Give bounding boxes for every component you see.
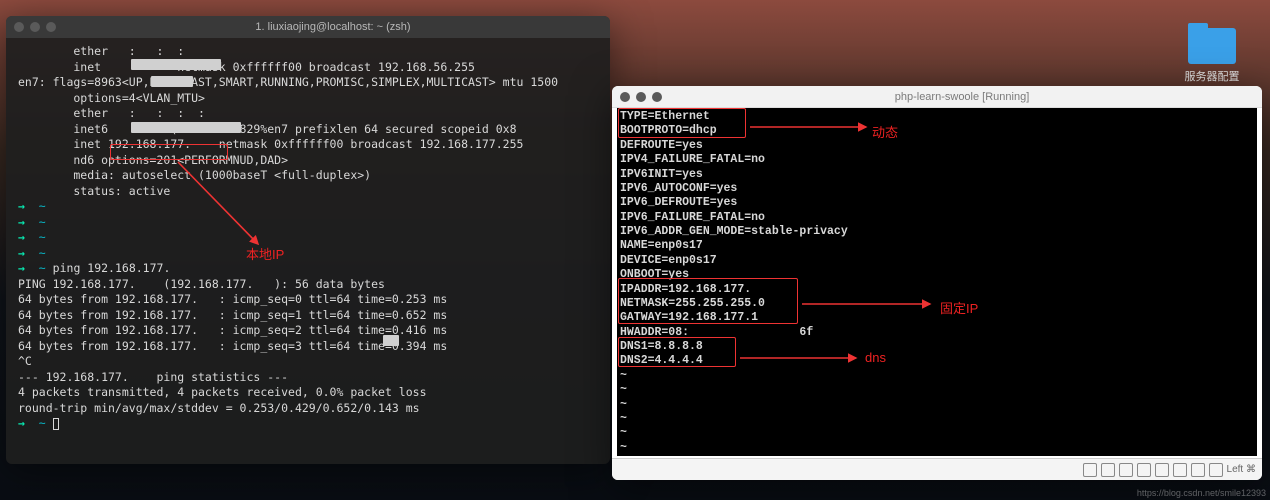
terminal-body[interactable]: ether : : : inet netmask 0xffffff00 broa… xyxy=(6,38,610,438)
traffic-lights[interactable] xyxy=(620,92,662,102)
vm-toolbar[interactable]: Left ⌘ xyxy=(612,458,1262,480)
zoom-icon[interactable] xyxy=(652,92,662,102)
annotation-label-dynamic: 动态 xyxy=(872,122,898,141)
vm-window-right[interactable]: php-learn-swoole [Running] TYPE=Ethernet… xyxy=(612,86,1262,480)
watermark: https://blog.csdn.net/smile12393 xyxy=(1137,488,1266,498)
minimize-icon[interactable] xyxy=(30,22,40,32)
vm-title-text: php-learn-swoole [Running] xyxy=(670,91,1254,103)
titlebar[interactable]: 1. liuxiaojing@localhost: ~ (zsh) xyxy=(6,16,610,38)
close-icon[interactable] xyxy=(14,22,24,32)
desktop-folder[interactable]: 服务器配置 xyxy=(1184,28,1240,84)
annotation-label-fixed-ip: 固定IP xyxy=(940,298,978,317)
window-title: 1. liuxiaojing@localhost: ~ (zsh) xyxy=(64,21,602,33)
minimize-icon[interactable] xyxy=(636,92,646,102)
close-icon[interactable] xyxy=(620,92,630,102)
redaction xyxy=(131,122,241,133)
cursor-icon xyxy=(53,418,59,430)
folder-icon xyxy=(1188,28,1236,64)
redaction xyxy=(383,335,399,346)
annotation-label-dns: dns xyxy=(865,350,886,365)
vm-editor[interactable]: TYPE=Ethernet BOOTPROTO=dhcp DEFROUTE=ye… xyxy=(617,108,1257,456)
toolbar-icon[interactable] xyxy=(1191,463,1205,477)
redaction xyxy=(131,59,221,70)
host-key-label: Left ⌘ xyxy=(1227,464,1256,475)
toolbar-icon[interactable] xyxy=(1137,463,1151,477)
annotation-label-local-ip: 本地IP xyxy=(246,244,284,263)
toolbar-icon[interactable] xyxy=(1155,463,1169,477)
folder-label: 服务器配置 xyxy=(1184,68,1240,84)
vm-titlebar[interactable]: php-learn-swoole [Running] xyxy=(612,86,1262,108)
toolbar-icon[interactable] xyxy=(1101,463,1115,477)
redaction xyxy=(151,76,193,87)
terminal-window-left[interactable]: 1. liuxiaojing@localhost: ~ (zsh) ether … xyxy=(6,16,610,464)
toolbar-icon[interactable] xyxy=(1083,463,1097,477)
toolbar-icon[interactable] xyxy=(1119,463,1133,477)
zoom-icon[interactable] xyxy=(46,22,56,32)
traffic-lights[interactable] xyxy=(14,22,56,32)
toolbar-icon[interactable] xyxy=(1209,463,1223,477)
toolbar-icon[interactable] xyxy=(1173,463,1187,477)
